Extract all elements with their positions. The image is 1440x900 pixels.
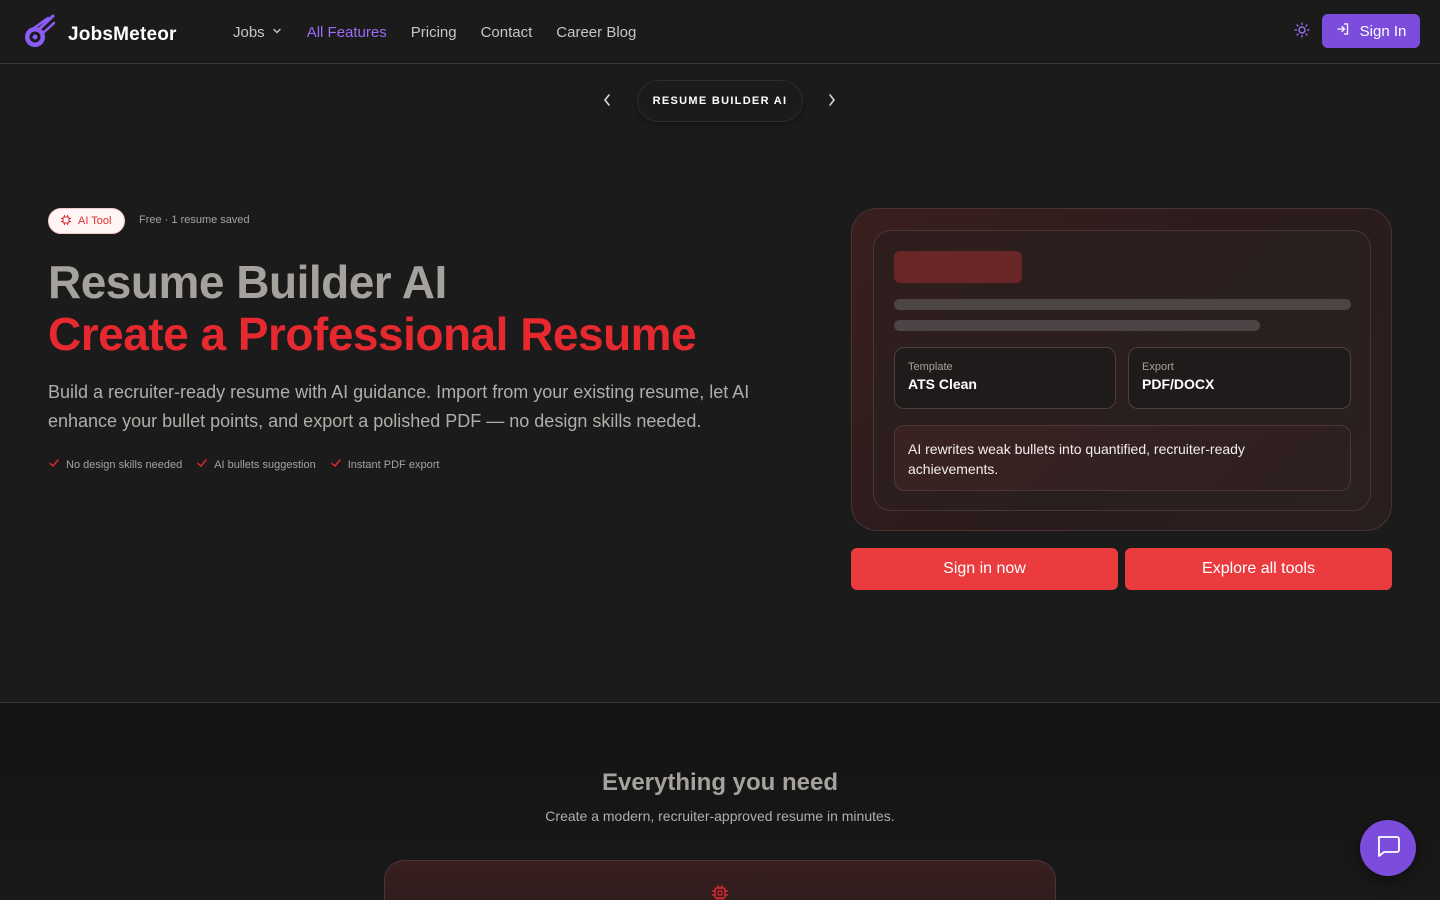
ai-note: AI rewrites weak bullets into quantified…: [894, 425, 1351, 491]
export-value: PDF/DOCX: [1142, 376, 1215, 392]
sign-in-button[interactable]: Sign In: [1322, 14, 1420, 48]
resume-preview-inner: Template ATS Clean Export PDF/DOCX AI re…: [873, 230, 1371, 511]
sign-in-now-button[interactable]: Sign in now: [851, 548, 1118, 590]
feature-checklist: No design skills needed AI bullets sugge…: [48, 457, 439, 472]
chevron-down-icon: [271, 24, 283, 41]
carousel-prev-button[interactable]: [598, 92, 616, 112]
check-label: No design skills needed: [66, 458, 183, 471]
template-value: ATS Clean: [908, 376, 977, 392]
features-section: Everything you need Create a modern, rec…: [0, 702, 1440, 900]
page-title: Resume Builder AI: [48, 256, 447, 308]
carousel-label: RESUME BUILDER AI: [652, 95, 788, 107]
check-item: Instant PDF export: [330, 457, 440, 472]
chevron-left-icon: [602, 92, 612, 113]
check-label: Instant PDF export: [347, 458, 440, 471]
chip-icon: [60, 214, 72, 229]
explore-all-tools-button[interactable]: Explore all tools: [1125, 548, 1392, 590]
login-icon: [1336, 22, 1350, 40]
chat-icon: [1375, 834, 1401, 863]
check-label: AI bullets suggestion: [214, 458, 316, 471]
chat-button[interactable]: [1360, 820, 1416, 876]
chevron-right-icon: [827, 92, 837, 113]
hero-description: Build a recruiter-ready resume with AI g…: [48, 382, 750, 431]
cta-label: Explore all tools: [1202, 560, 1315, 577]
nav-item-label: Contact: [480, 23, 533, 41]
skeleton-line: [894, 299, 1351, 310]
carousel-current-tool[interactable]: RESUME BUILDER AI: [637, 80, 803, 122]
check-item: AI bullets suggestion: [196, 457, 316, 472]
meteor-logo-icon: [22, 14, 56, 55]
check-icon: [330, 457, 342, 472]
sign-in-label: Sign In: [1359, 22, 1407, 40]
template-label: Template: [908, 361, 953, 373]
sun-icon: [1294, 21, 1310, 43]
brand[interactable]: JobsMeteor: [22, 14, 177, 55]
nav-item-contact[interactable]: Contact: [481, 24, 533, 41]
chip-icon: [710, 883, 730, 900]
nav-item-label: Jobs: [233, 23, 265, 41]
usage-note: Free · 1 resume saved: [139, 214, 250, 226]
section-subtitle: Create a modern, recruiter-approved resu…: [545, 808, 895, 824]
skeleton-line: [894, 320, 1260, 331]
badge-label: AI Tool: [78, 215, 112, 227]
template-card: Template ATS Clean: [894, 347, 1116, 409]
nav-item-pricing[interactable]: Pricing: [411, 24, 457, 41]
nav-item-all-features[interactable]: All Features: [307, 24, 387, 41]
page-subtitle: Create a Professional Resume: [48, 308, 697, 360]
theme-toggle-button[interactable]: [1291, 21, 1313, 43]
export-card: Export PDF/DOCX: [1128, 347, 1351, 409]
nav-links: Jobs All Features Pricing Contact Career…: [233, 0, 636, 64]
export-label: Export: [1142, 361, 1174, 373]
nav-item-career-blog[interactable]: Career Blog: [556, 24, 636, 41]
check-icon: [196, 457, 208, 472]
resume-preview-card: Template ATS Clean Export PDF/DOCX AI re…: [851, 208, 1392, 531]
brand-name: JobsMeteor: [68, 23, 177, 45]
cta-label: Sign in now: [943, 560, 1026, 577]
top-navbar: JobsMeteor Jobs All Features Pricing Con…: [0, 0, 1440, 64]
section-title: Everything you need: [601, 769, 839, 796]
carousel-next-button[interactable]: [823, 92, 841, 112]
feature-card: [384, 860, 1056, 900]
nav-item-label: Pricing: [410, 23, 457, 41]
ai-tool-badge: AI Tool: [48, 208, 126, 234]
skeleton-title: [894, 251, 1022, 283]
nav-item-label: All Features: [306, 23, 387, 41]
check-item: No design skills needed: [48, 457, 182, 472]
nav-item-jobs[interactable]: Jobs: [233, 24, 283, 41]
nav-item-label: Career Blog: [556, 23, 637, 41]
check-icon: [48, 457, 60, 472]
